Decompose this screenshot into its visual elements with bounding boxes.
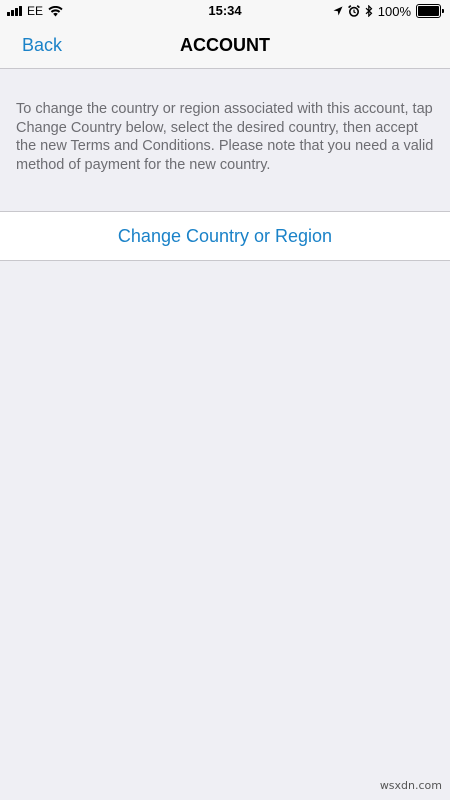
country-change-description: To change the country or region associat… [16, 101, 434, 173]
watermark: wsxdn.com [379, 779, 442, 792]
change-country-cell: Change Country or Region [0, 211, 450, 261]
status-right: 100% [333, 0, 444, 22]
status-left: EE [7, 0, 63, 22]
bluetooth-icon [365, 5, 373, 17]
signal-icon [7, 6, 22, 16]
battery-percent: 100% [377, 3, 411, 19]
alarm-icon [347, 5, 360, 17]
location-icon [333, 6, 343, 16]
battery-fill [418, 6, 439, 16]
change-country-button[interactable]: Change Country or Region [0, 212, 450, 260]
carrier-name: EE [27, 4, 44, 18]
back-button[interactable]: Back [22, 22, 62, 69]
battery-icon [416, 4, 444, 18]
navigation-bar: Back ACCOUNT [0, 22, 450, 69]
status-bar: EE 15:34 100% [0, 0, 450, 22]
wifi-icon [48, 5, 63, 17]
page-title: ACCOUNT [180, 35, 270, 55]
